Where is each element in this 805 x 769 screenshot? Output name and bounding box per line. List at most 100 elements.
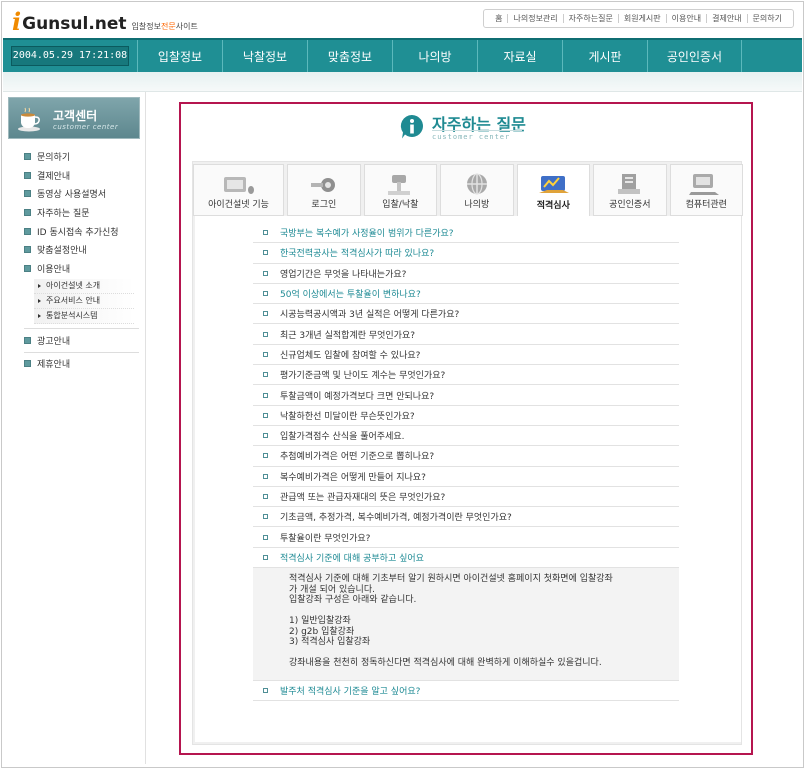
- sidebar-item-ads[interactable]: 광고안내: [24, 331, 139, 350]
- top-link-guide[interactable]: 이용안내: [665, 14, 706, 23]
- tab-bid-award[interactable]: 입찰/낙찰: [363, 164, 438, 216]
- sidebar-divider-line: [145, 92, 146, 764]
- customer-center-title: 고객센터: [53, 109, 98, 123]
- faq-list: 국방부는 복수예가 사정율이 범위가 다른가요? 한국전력공사는 적격심사가 따라…: [253, 223, 679, 702]
- top-link-contact[interactable]: 문의하기: [746, 14, 787, 23]
- sidebar-submenu: 아이건설넷 소개 주요서비스 안내 통합분석시스템: [34, 278, 134, 324]
- square-bullet-icon: [263, 392, 268, 398]
- answer-line: 강좌내용을 천천히 정독하신다면 적격심사에 대해 완벽하게 이해하실수 있을겁…: [289, 658, 602, 669]
- square-bullet-icon: [263, 270, 268, 276]
- faq-item[interactable]: 기초금액, 추정가격, 복수예비가격, 예정가격이란 무엇인가요?: [253, 507, 679, 528]
- tab-my-room[interactable]: 나의방: [440, 164, 514, 216]
- top-links: 홈 나의정보관리 자주하는질문 회원게시판 이용안내 결제안내 문의하기: [483, 9, 794, 28]
- sidebar-sub-services[interactable]: 주요서비스 안내: [34, 293, 134, 309]
- logo-tagline: 입찰정보전문사이트: [131, 22, 198, 31]
- faq-item[interactable]: 관급액 또는 관급자재대의 뜻은 무엇인가요?: [253, 487, 679, 508]
- square-bullet-icon: [263, 351, 268, 357]
- square-bullet-icon: [263, 534, 268, 540]
- square-bullet-icon: [263, 331, 268, 337]
- faq-item[interactable]: 영업기간은 무엇을 나타내는가요?: [253, 264, 679, 284]
- faq-question: 발주처 적격심사 기준을 알고 싶어요?: [280, 687, 421, 698]
- tab-certificate[interactable]: 공인인증서: [593, 164, 667, 216]
- sidebar-sub-analysis[interactable]: 통합분석시스템: [34, 308, 134, 324]
- square-bullet-icon: [263, 453, 268, 459]
- logo-letter: i: [12, 7, 22, 36]
- faq-question: 적격심사 기준에 대해 공부하고 싶어요: [280, 553, 424, 564]
- faq-question: 신규업체도 입찰에 참여할 수 있나요?: [280, 350, 421, 361]
- nav-award-info[interactable]: 낙찰정보: [222, 40, 307, 72]
- faq-item[interactable]: 입찰가격점수 산식을 풀어주세요.: [253, 426, 679, 447]
- faq-question: 한국전력공사는 적격심사가 따라 있나요?: [280, 249, 435, 260]
- square-bullet-icon: [263, 291, 268, 297]
- bullet-icon: [24, 227, 31, 235]
- tab-container: 아이건설넷 기능 로그인 입찰/낙찰 나의방 적격심사 공인인증서 컴퓨터관련 …: [192, 161, 744, 745]
- tab-login[interactable]: 로그인: [287, 164, 361, 216]
- answer-line: 입찰강좌 구성은 아래와 같습니다.: [289, 595, 417, 606]
- faq-item[interactable]: 투찰율이란 무엇인가요?: [253, 527, 679, 548]
- nav-library[interactable]: 자료실: [477, 40, 562, 72]
- faq-item[interactable]: 국방부는 복수예가 사정율이 범위가 다른가요?: [253, 223, 679, 244]
- top-link-payment[interactable]: 결제안내: [706, 14, 746, 23]
- faq-item[interactable]: 적격심사 기준에 대해 공부하고 싶어요: [253, 548, 679, 569]
- faq-item[interactable]: 복수예비가격은 어떻게 만들어 지나요?: [253, 467, 679, 487]
- bullet-icon: [24, 336, 31, 344]
- square-bullet-icon: [263, 433, 268, 439]
- sidebar-sub-intro[interactable]: 아이건설넷 소개: [34, 278, 134, 294]
- nav-custom-info[interactable]: 맞춤정보: [307, 40, 392, 72]
- hammer-icon: [388, 175, 411, 195]
- sidebar-item-partnership[interactable]: 제휴안내: [24, 355, 139, 374]
- faq-item[interactable]: 신규업체도 입찰에 참여할 수 있나요?: [253, 345, 679, 366]
- nav-bid-info[interactable]: 입찰정보: [137, 40, 222, 72]
- top-link-faq[interactable]: 자주하는질문: [562, 14, 618, 23]
- answer-line: 가 개설 되어 있습니다.: [289, 584, 375, 595]
- faq-item-last[interactable]: 발주처 적격심사 기준을 알고 싶어요?: [253, 681, 679, 702]
- square-bullet-icon: [263, 494, 268, 499]
- faq-item[interactable]: 한국전력공사는 적격심사가 따라 있나요?: [253, 243, 679, 264]
- main-nav: 2004.05.29 17:21:08 입찰정보 낙찰정보 맞춤정보 나의방 자…: [3, 38, 802, 72]
- sub-nav-bar: [3, 72, 802, 92]
- coffee-cup-icon: [18, 107, 40, 132]
- faq-item[interactable]: 시공능력공시액과 3년 실적은 어떻게 다른가요?: [253, 304, 679, 325]
- sidebar-item-usage-guide[interactable]: 이용안내: [24, 259, 139, 278]
- faq-question: 50억 이상에서는 투찰율이 변하나요?: [280, 290, 421, 301]
- nav-my-room[interactable]: 나의방: [392, 40, 477, 72]
- tab-qualification[interactable]: 적격심사: [516, 164, 591, 216]
- title-underline: [432, 130, 522, 131]
- faq-question: 국방부는 복수예가 사정율이 범위가 다른가요?: [280, 229, 454, 240]
- faq-question: 기초금액, 추정가격, 복수예비가격, 예정가격이란 무엇인가요?: [280, 513, 512, 524]
- sidebar-item-video-manual[interactable]: 동영상 사용설명서: [24, 184, 139, 203]
- faq-item[interactable]: 추첨예비가격은 어떤 기준으로 뽑히나요?: [253, 446, 679, 467]
- faq-item[interactable]: 투찰금액이 예정가격보다 크면 안되나요?: [253, 385, 679, 406]
- square-bullet-icon: [263, 311, 268, 317]
- tab-features[interactable]: 아이건설넷 기능: [193, 164, 285, 216]
- tab-computer[interactable]: 컴퓨터관련: [669, 164, 744, 216]
- square-bullet-icon: [263, 514, 268, 520]
- monitor-mouse-icon: [223, 177, 254, 194]
- computer-icon: [689, 174, 720, 195]
- certificate-icon: [617, 174, 640, 194]
- datetime-text: 2004.05.29 17:21:08: [11, 46, 129, 66]
- nav-certificate[interactable]: 공인인증서: [647, 40, 742, 72]
- top-link-home[interactable]: 홈: [490, 14, 507, 23]
- faq-question: 낙찰하한선 미달이란 무슨뜻인가요?: [280, 411, 415, 422]
- sidebar-item-faq[interactable]: 자주하는 질문: [24, 203, 139, 222]
- sidebar-item-inquiry[interactable]: 문의하기: [24, 147, 139, 166]
- bullet-icon: [24, 360, 31, 368]
- faq-item[interactable]: 낙찰하한선 미달이란 무슨뜻인가요?: [253, 406, 679, 426]
- faq-item[interactable]: 평가기준금액 및 난이도 계수는 무엇인가요?: [253, 365, 679, 386]
- nav-board[interactable]: 게시판: [562, 40, 647, 72]
- faq-question: 투찰금액이 예정가격보다 크면 안되나요?: [280, 391, 435, 402]
- bullet-icon: [24, 208, 31, 216]
- sidebar-item-payment[interactable]: 결제안내: [24, 166, 139, 185]
- answer-line: 3) 적격심사 입찰강좌: [289, 637, 371, 648]
- top-link-board[interactable]: 회원게시판: [617, 14, 666, 23]
- sidebar-item-custom-setting[interactable]: 맞춤설정안내: [24, 240, 139, 259]
- logo-name: Gunsul.net: [22, 14, 127, 34]
- faq-item[interactable]: 최근 3개년 실적합계란 무엇인가요?: [253, 324, 679, 345]
- sidebar-item-id-concurrent[interactable]: ID 동시접속 추가신청: [24, 222, 139, 241]
- faq-item[interactable]: 50억 이상에서는 투찰율이 변하나요?: [253, 284, 679, 305]
- site-logo[interactable]: i Gunsul.net 입찰정보전문사이트: [12, 7, 198, 36]
- sidebar-menu: 문의하기 결제안내 동영상 사용설명서 자주하는 질문 ID 동시접속 추가신청…: [24, 147, 139, 373]
- faq-question: 복수예비가격은 어떻게 만들어 지나요?: [280, 472, 426, 483]
- top-link-myinfo[interactable]: 나의정보관리: [507, 14, 562, 23]
